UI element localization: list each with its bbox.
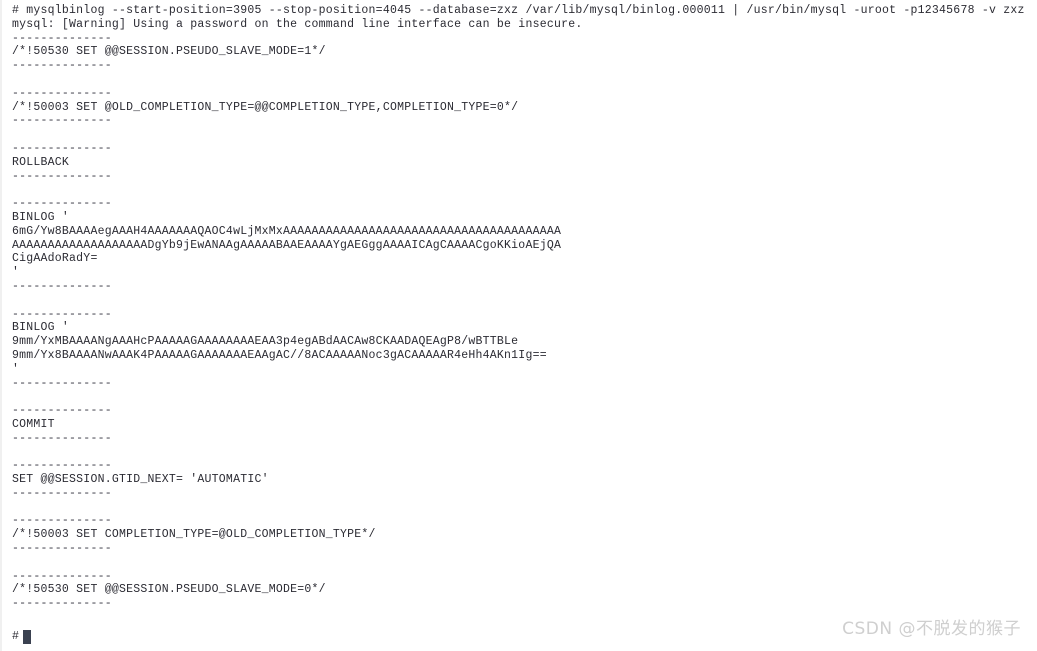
terminal-line: 9mm/YxMBAAAANgAAAHcPAAAAAGAAAAAAAAEAA3p4… bbox=[12, 335, 519, 349]
terminal-line: /*!50003 SET @OLD_COMPLETION_TYPE=@@COMP… bbox=[12, 100, 519, 114]
terminal-line: /*!50003 SET COMPLETION_TYPE=@OLD_COMPLE… bbox=[12, 528, 376, 542]
terminal-line: -------------- bbox=[12, 307, 112, 321]
terminal-line: -------------- bbox=[12, 459, 112, 473]
terminal-line: -------------- bbox=[12, 86, 112, 100]
terminal-line: CigAAdoRadY= bbox=[12, 252, 98, 266]
terminal-line: -------------- bbox=[12, 404, 112, 418]
terminal-line: -------------- bbox=[12, 569, 112, 583]
terminal-line: # mysqlbinlog --start-position=3905 --st… bbox=[12, 4, 1025, 17]
terminal-line: -------------- bbox=[12, 376, 112, 390]
terminal-line: mysql: [Warning] Using a password on the… bbox=[12, 17, 583, 31]
terminal-line: -------------- bbox=[12, 31, 112, 45]
terminal-line: -------------- bbox=[12, 59, 112, 73]
terminal-line: -------------- bbox=[12, 279, 112, 293]
terminal-line: BINLOG ' bbox=[12, 210, 70, 224]
terminal-line: -------------- bbox=[12, 431, 112, 445]
terminal-line: 9mm/Yx8BAAAANwAAAK4PAAAAAGAAAAAAAEAAgAC/… bbox=[12, 348, 547, 362]
prompt-symbol: # bbox=[12, 630, 19, 644]
terminal-output: # mysqlbinlog --start-position=3905 --st… bbox=[12, 4, 1037, 611]
terminal-line: SET @@SESSION.GTID_NEXT= 'AUTOMATIC' bbox=[12, 473, 269, 487]
terminal-line: -------------- bbox=[12, 542, 112, 556]
terminal-line: -------------- bbox=[12, 514, 112, 528]
terminal-line: /*!50530 SET @@SESSION.PSEUDO_SLAVE_MODE… bbox=[12, 45, 326, 59]
terminal-line: /*!50530 SET @@SESSION.PSEUDO_SLAVE_MODE… bbox=[12, 583, 326, 597]
terminal-line: ROLLBACK bbox=[12, 155, 70, 169]
terminal-line: -------------- bbox=[12, 169, 112, 183]
terminal-line: COMMIT bbox=[12, 417, 55, 431]
terminal-line: -------------- bbox=[12, 114, 112, 128]
terminal-line: -------------- bbox=[12, 597, 112, 611]
text-cursor bbox=[22, 630, 31, 644]
terminal-line: ' bbox=[12, 266, 20, 280]
terminal-line: -------------- bbox=[12, 197, 112, 211]
terminal-line: BINLOG ' bbox=[12, 321, 70, 335]
terminal-window[interactable]: # mysqlbinlog --start-position=3905 --st… bbox=[0, 0, 1037, 651]
csdn-watermark: CSDN @不脱发的猴子 bbox=[842, 619, 1021, 639]
terminal-line: 6mG/Yw8BAAAAegAAAH4AAAAAAAQAOC4wLjMxMxAA… bbox=[12, 224, 562, 238]
terminal-prompt-line[interactable]: # bbox=[12, 630, 31, 644]
terminal-line: -------------- bbox=[12, 486, 112, 500]
terminal-line: AAAAAAAAAAAAAAAAAAADgYb9jEwANAAgAAAAABAA… bbox=[12, 238, 562, 252]
terminal-line: ' bbox=[12, 362, 20, 376]
terminal-line: -------------- bbox=[12, 141, 112, 155]
